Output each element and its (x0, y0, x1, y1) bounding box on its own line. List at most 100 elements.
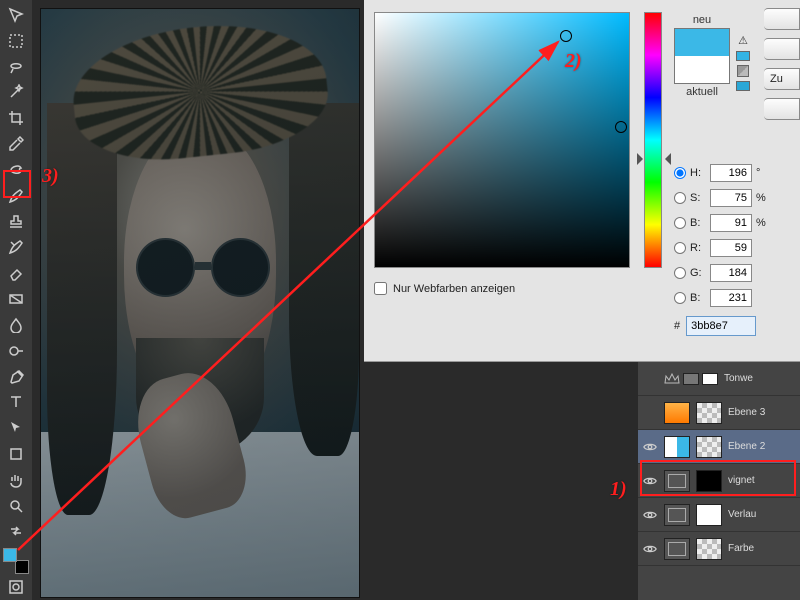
dialog-buttons: Zu (764, 8, 800, 120)
swap-colors-tool[interactable] (4, 520, 28, 544)
canvas-image (41, 9, 359, 597)
layer-mask-thumb[interactable] (696, 504, 722, 526)
input-g[interactable] (710, 264, 752, 282)
radio-h[interactable] (674, 167, 686, 179)
visibility-toggle[interactable] (642, 507, 658, 523)
history-brush-tool[interactable] (4, 235, 28, 259)
crop-tool[interactable] (4, 106, 28, 130)
unit-pct-b: % (756, 217, 770, 229)
label-g: G: (690, 267, 706, 279)
adjustment-icon[interactable] (664, 504, 690, 526)
visibility-toggle[interactable] (642, 541, 658, 557)
new-label: neu (674, 14, 730, 26)
radio-bl[interactable] (674, 292, 686, 304)
type-tool[interactable] (4, 390, 28, 414)
layer-row-tonwert[interactable]: Tonwe (638, 362, 800, 396)
eraser-tool[interactable] (4, 261, 28, 285)
shape-tool[interactable] (4, 442, 28, 466)
input-r[interactable] (710, 239, 752, 257)
eyedropper-tool[interactable] (4, 132, 28, 156)
bg-color[interactable] (15, 560, 29, 574)
move-tool[interactable] (4, 3, 28, 27)
hand-tool[interactable] (4, 468, 28, 492)
label-r: R: (690, 242, 706, 254)
websafe-warning-icon[interactable] (737, 65, 749, 77)
current-color-swatch[interactable] (675, 56, 729, 83)
mini-thumb (683, 373, 699, 385)
current-label: aktuell (674, 86, 730, 98)
input-hex[interactable] (686, 316, 756, 336)
pen-tool[interactable] (4, 365, 28, 389)
heal-tool[interactable] (4, 158, 28, 182)
zoom-tool[interactable] (4, 494, 28, 518)
color-picker-dialog: /*fix slider via JS below*/ neu aktuell … (364, 0, 800, 362)
input-b[interactable] (710, 214, 752, 232)
ok-button[interactable] (764, 8, 800, 30)
radio-b[interactable] (674, 217, 686, 229)
mini-thumb-mask (702, 373, 718, 385)
visibility-placeholder[interactable] (642, 371, 658, 387)
layer-row-farbe[interactable]: Farbe (638, 532, 800, 566)
libraries-button[interactable] (764, 98, 800, 120)
adjustment-icon[interactable] (664, 470, 690, 492)
adjustment-icon[interactable] (664, 538, 690, 560)
radio-r[interactable] (674, 242, 686, 254)
radio-s[interactable] (674, 192, 686, 204)
blur-tool[interactable] (4, 313, 28, 337)
document-canvas[interactable] (40, 8, 360, 598)
web-colors-only[interactable]: Nur Webfarben anzeigen (374, 282, 515, 295)
web-colors-label: Nur Webfarben anzeigen (393, 283, 515, 295)
label-b: B: (690, 217, 706, 229)
wand-tool[interactable] (4, 80, 28, 104)
color-field[interactable] (374, 12, 630, 268)
layer-mask-thumb[interactable] (696, 538, 722, 560)
gamut-swatch[interactable] (736, 51, 750, 61)
input-bl[interactable] (710, 289, 752, 307)
add-swatch-button[interactable]: Zu (764, 68, 800, 90)
stamp-tool[interactable] (4, 210, 28, 234)
brush-tool[interactable] (4, 184, 28, 208)
layer-thumb[interactable] (664, 402, 690, 424)
hue-slider[interactable] (639, 153, 669, 165)
dodge-tool[interactable] (4, 339, 28, 363)
color-cursor[interactable] (560, 30, 572, 42)
new-color-swatch[interactable] (675, 29, 729, 56)
label-s: S: (690, 192, 706, 204)
path-select-tool[interactable] (4, 416, 28, 440)
web-colors-checkbox[interactable] (374, 282, 387, 295)
color-preview: neu aktuell (674, 12, 730, 100)
input-s[interactable] (710, 189, 752, 207)
layers-panel: Tonwe Ebene 3 Ebene 2 vignet Verlau Farb… (638, 362, 800, 600)
radio-g[interactable] (674, 267, 686, 279)
gamut-warning-icon[interactable]: ⚠ (738, 34, 748, 47)
layer-name: Ebene 2 (728, 441, 765, 452)
quickmask-tool[interactable] (4, 575, 28, 599)
hue-strip[interactable] (644, 12, 662, 268)
fg-color[interactable] (3, 548, 17, 562)
cancel-button[interactable] (764, 38, 800, 60)
layer-mask-thumb[interactable] (696, 470, 722, 492)
layer-name: Verlau (728, 509, 756, 520)
layer-row-ebene3[interactable]: Ebene 3 (638, 396, 800, 430)
marquee-tool[interactable] (4, 29, 28, 53)
layer-icons (664, 373, 718, 385)
input-h[interactable] (710, 164, 752, 182)
layer-row-vignette[interactable]: vignet (638, 464, 800, 498)
visibility-toggle[interactable] (642, 473, 658, 489)
hex-label: # (674, 320, 680, 332)
visibility-toggle[interactable] (642, 439, 658, 455)
layer-mask-thumb[interactable] (696, 402, 722, 424)
layer-row-ebene2[interactable]: Ebene 2 (638, 430, 800, 464)
layer-row-verlauf[interactable]: Verlau (638, 498, 800, 532)
gradient-tool[interactable] (4, 287, 28, 311)
label-bl: B: (690, 292, 706, 304)
layer-mask-thumb[interactable] (696, 436, 722, 458)
crown-icon (664, 373, 680, 385)
lasso-tool[interactable] (4, 55, 28, 79)
websafe-swatch[interactable] (736, 81, 750, 91)
color-cursor-2 (615, 121, 627, 133)
fg-bg-swatch[interactable] (3, 548, 29, 574)
visibility-placeholder[interactable] (642, 405, 658, 421)
layer-name: Tonwe (724, 373, 753, 384)
layer-thumb[interactable] (664, 436, 690, 458)
